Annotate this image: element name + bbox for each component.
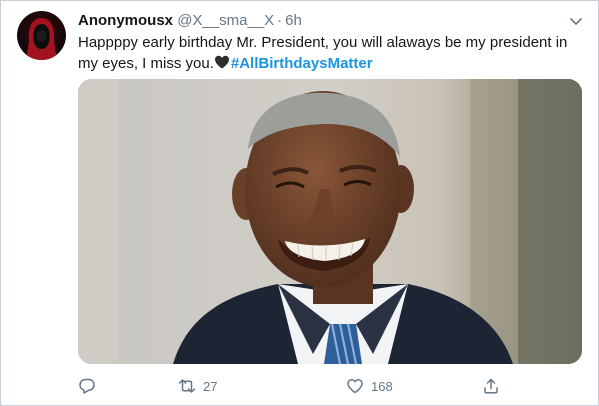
user-handle[interactable]: @X__sma__X bbox=[177, 12, 274, 29]
separator-dot: · bbox=[277, 12, 283, 29]
retweet-count: 27 bbox=[203, 378, 218, 394]
tweet-text: Happppy early birthday Mr. President, yo… bbox=[78, 32, 568, 74]
tweet-media-image[interactable] bbox=[78, 79, 582, 364]
like-icon bbox=[347, 378, 363, 394]
like-button[interactable]: 168 bbox=[346, 375, 393, 397]
share-button[interactable] bbox=[482, 375, 507, 397]
avatar[interactable] bbox=[17, 11, 66, 60]
retweet-button[interactable]: 27 bbox=[178, 375, 217, 397]
black-heart-icon bbox=[214, 55, 229, 69]
hashtag-link[interactable]: #AllBirthdaysMatter bbox=[231, 55, 373, 72]
share-icon bbox=[484, 378, 498, 394]
retweet-icon bbox=[178, 379, 196, 393]
tweet-card[interactable]: Anonymousx @X__sma__X · 6h Happppy early b… bbox=[0, 0, 599, 406]
more-chevron-icon[interactable] bbox=[568, 13, 584, 29]
timestamp[interactable]: 6h bbox=[285, 12, 302, 29]
tweet-header: Anonymousx @X__sma__X · 6h bbox=[78, 12, 302, 30]
display-name[interactable]: Anonymousx bbox=[78, 12, 173, 29]
like-count: 168 bbox=[371, 378, 393, 394]
tweet-actions: 27 168 bbox=[78, 375, 578, 397]
reply-icon bbox=[79, 378, 95, 394]
reply-button[interactable] bbox=[78, 375, 103, 397]
